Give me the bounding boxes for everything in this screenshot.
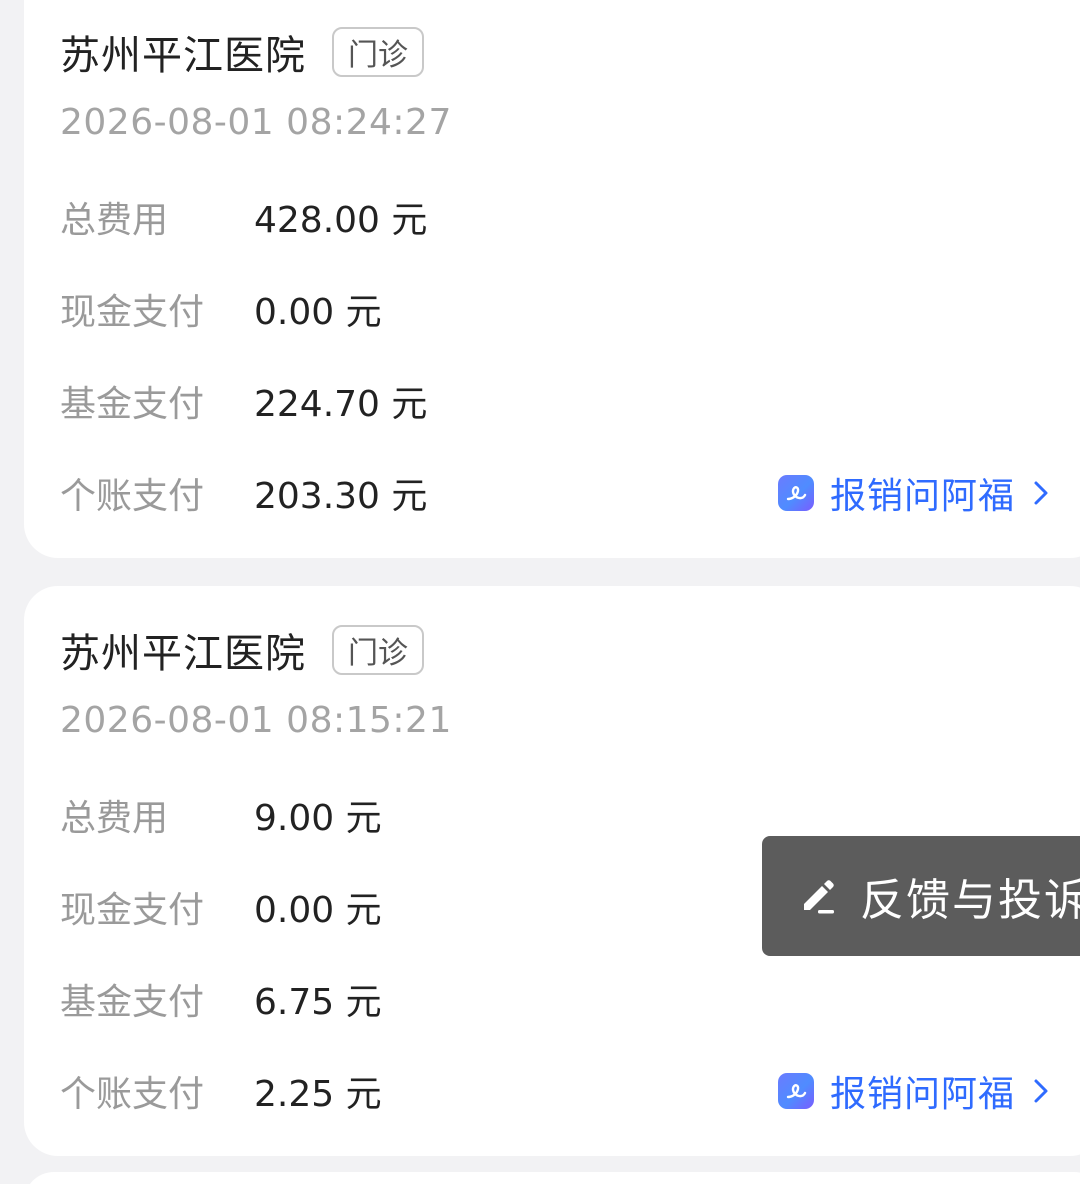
fee-label: 总费用 xyxy=(60,200,169,241)
fee-row-personal: 个账支付 203.30 元 xyxy=(60,468,427,518)
ask-reimbursement-label: 报销问阿福 xyxy=(830,476,1016,517)
hospital-name: 苏州平江医院 xyxy=(60,33,306,79)
chevron-right-icon xyxy=(1034,1079,1048,1103)
fee-label: 基金支付 xyxy=(60,982,205,1023)
fee-label: 基金支付 xyxy=(60,384,205,425)
fee-label: 现金支付 xyxy=(60,890,205,931)
ai-assistant-icon xyxy=(778,1073,814,1109)
fee-value: 428.00 元 xyxy=(254,200,428,241)
record-card[interactable]: 苏州平江医院 门诊 2026-08-01 08:24:27 总费用 428.00… xyxy=(24,0,1080,558)
fee-label: 总费用 xyxy=(60,798,169,839)
record-header: 苏州平江医院 门诊 xyxy=(60,622,424,678)
feedback-label: 反馈与投诉 xyxy=(860,875,1080,926)
fee-row-cash: 现金支付 0.00 元 xyxy=(60,284,382,334)
fee-value: 9.00 元 xyxy=(254,798,382,839)
fee-row-personal: 个账支付 2.25 元 xyxy=(60,1066,382,1116)
fee-row-cash: 现金支付 0.00 元 xyxy=(60,882,382,932)
fee-row-total: 总费用 9.00 元 xyxy=(60,790,382,840)
ask-reimbursement-link[interactable]: 报销问阿福 xyxy=(778,1066,1051,1116)
fee-label: 现金支付 xyxy=(60,292,205,333)
fee-row-total: 总费用 428.00 元 xyxy=(60,192,427,242)
fee-label: 个账支付 xyxy=(60,1074,205,1115)
fee-row-fund: 基金支付 224.70 元 xyxy=(60,376,427,426)
fee-label: 个账支付 xyxy=(60,476,205,517)
feedback-complaint-button[interactable]: 反馈与投诉 xyxy=(762,836,1080,956)
edit-pencil-icon xyxy=(804,880,834,914)
fee-value: 6.75 元 xyxy=(254,982,382,1023)
fee-value: 203.30 元 xyxy=(254,476,428,517)
record-datetime: 2026-08-01 08:15:21 xyxy=(60,700,452,741)
ai-assistant-icon xyxy=(778,475,814,511)
chevron-right-icon xyxy=(1034,481,1048,505)
fee-row-fund: 基金支付 6.75 元 xyxy=(60,974,382,1024)
medical-records-page: 苏州平江医院 门诊 2026-08-01 08:24:27 总费用 428.00… xyxy=(0,0,1080,1184)
ask-reimbursement-link[interactable]: 报销问阿福 xyxy=(778,468,1051,518)
visit-type-badge: 门诊 xyxy=(332,625,424,675)
fee-value: 0.00 元 xyxy=(254,890,382,931)
record-card-partial[interactable] xyxy=(24,1172,1080,1184)
hospital-name: 苏州平江医院 xyxy=(60,631,306,677)
fee-value: 0.00 元 xyxy=(254,292,382,333)
record-datetime: 2026-08-01 08:24:27 xyxy=(60,102,452,143)
fee-value: 2.25 元 xyxy=(254,1074,382,1115)
fee-value: 224.70 元 xyxy=(254,384,428,425)
record-header: 苏州平江医院 门诊 xyxy=(60,24,424,80)
visit-type-badge: 门诊 xyxy=(332,27,424,77)
ask-reimbursement-label: 报销问阿福 xyxy=(830,1074,1016,1115)
